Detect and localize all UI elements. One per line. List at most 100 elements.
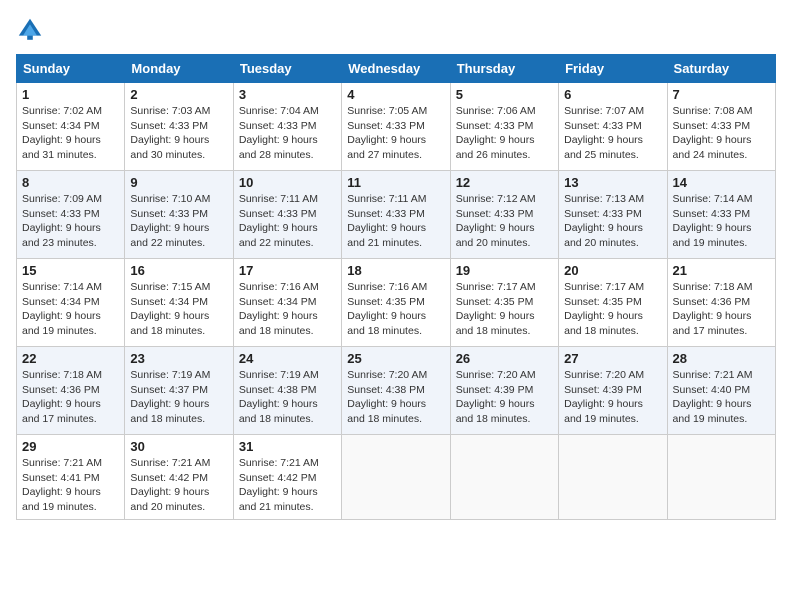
calendar-cell: 28 Sunrise: 7:21 AMSunset: 4:40 PMDaylig…: [667, 347, 775, 435]
day-number: 21: [673, 263, 770, 278]
calendar-week-4: 22 Sunrise: 7:18 AMSunset: 4:36 PMDaylig…: [17, 347, 776, 435]
calendar-cell: 6 Sunrise: 7:07 AMSunset: 4:33 PMDayligh…: [559, 83, 667, 171]
day-info: Sunrise: 7:02 AMSunset: 4:34 PMDaylight:…: [22, 105, 102, 161]
day-info: Sunrise: 7:17 AMSunset: 4:35 PMDaylight:…: [456, 281, 536, 337]
day-info: Sunrise: 7:18 AMSunset: 4:36 PMDaylight:…: [22, 369, 102, 425]
calendar-cell: 8 Sunrise: 7:09 AMSunset: 4:33 PMDayligh…: [17, 171, 125, 259]
day-number: 24: [239, 351, 336, 366]
day-number: 2: [130, 87, 227, 102]
calendar-cell: 9 Sunrise: 7:10 AMSunset: 4:33 PMDayligh…: [125, 171, 233, 259]
calendar-cell: 15 Sunrise: 7:14 AMSunset: 4:34 PMDaylig…: [17, 259, 125, 347]
calendar-cell: 2 Sunrise: 7:03 AMSunset: 4:33 PMDayligh…: [125, 83, 233, 171]
day-number: 29: [22, 439, 119, 454]
day-number: 3: [239, 87, 336, 102]
calendar-header-tuesday: Tuesday: [233, 55, 341, 83]
calendar-cell: 18 Sunrise: 7:16 AMSunset: 4:35 PMDaylig…: [342, 259, 450, 347]
calendar-cell: 10 Sunrise: 7:11 AMSunset: 4:33 PMDaylig…: [233, 171, 341, 259]
calendar-week-5: 29 Sunrise: 7:21 AMSunset: 4:41 PMDaylig…: [17, 435, 776, 520]
calendar-cell: 12 Sunrise: 7:12 AMSunset: 4:33 PMDaylig…: [450, 171, 558, 259]
calendar-header-wednesday: Wednesday: [342, 55, 450, 83]
calendar-week-3: 15 Sunrise: 7:14 AMSunset: 4:34 PMDaylig…: [17, 259, 776, 347]
day-number: 14: [673, 175, 770, 190]
day-number: 16: [130, 263, 227, 278]
day-info: Sunrise: 7:21 AMSunset: 4:42 PMDaylight:…: [130, 457, 210, 513]
day-info: Sunrise: 7:07 AMSunset: 4:33 PMDaylight:…: [564, 105, 644, 161]
day-number: 23: [130, 351, 227, 366]
day-info: Sunrise: 7:16 AMSunset: 4:35 PMDaylight:…: [347, 281, 427, 337]
calendar-cell: [450, 435, 558, 520]
page-header: [16, 16, 776, 44]
day-number: 22: [22, 351, 119, 366]
calendar-cell: 20 Sunrise: 7:17 AMSunset: 4:35 PMDaylig…: [559, 259, 667, 347]
calendar-cell: [667, 435, 775, 520]
day-info: Sunrise: 7:06 AMSunset: 4:33 PMDaylight:…: [456, 105, 536, 161]
day-number: 27: [564, 351, 661, 366]
calendar-table: SundayMondayTuesdayWednesdayThursdayFrid…: [16, 54, 776, 520]
day-info: Sunrise: 7:16 AMSunset: 4:34 PMDaylight:…: [239, 281, 319, 337]
day-info: Sunrise: 7:11 AMSunset: 4:33 PMDaylight:…: [239, 193, 318, 249]
calendar-cell: 16 Sunrise: 7:15 AMSunset: 4:34 PMDaylig…: [125, 259, 233, 347]
day-number: 31: [239, 439, 336, 454]
calendar-header-sunday: Sunday: [17, 55, 125, 83]
day-info: Sunrise: 7:15 AMSunset: 4:34 PMDaylight:…: [130, 281, 210, 337]
day-number: 10: [239, 175, 336, 190]
day-info: Sunrise: 7:13 AMSunset: 4:33 PMDaylight:…: [564, 193, 644, 249]
calendar-week-1: 1 Sunrise: 7:02 AMSunset: 4:34 PMDayligh…: [17, 83, 776, 171]
calendar-cell: 23 Sunrise: 7:19 AMSunset: 4:37 PMDaylig…: [125, 347, 233, 435]
calendar-cell: 29 Sunrise: 7:21 AMSunset: 4:41 PMDaylig…: [17, 435, 125, 520]
calendar-cell: 22 Sunrise: 7:18 AMSunset: 4:36 PMDaylig…: [17, 347, 125, 435]
calendar-cell: 3 Sunrise: 7:04 AMSunset: 4:33 PMDayligh…: [233, 83, 341, 171]
day-info: Sunrise: 7:21 AMSunset: 4:40 PMDaylight:…: [673, 369, 753, 425]
calendar-cell: 25 Sunrise: 7:20 AMSunset: 4:38 PMDaylig…: [342, 347, 450, 435]
calendar-cell: 5 Sunrise: 7:06 AMSunset: 4:33 PMDayligh…: [450, 83, 558, 171]
day-number: 4: [347, 87, 444, 102]
day-info: Sunrise: 7:20 AMSunset: 4:39 PMDaylight:…: [456, 369, 536, 425]
day-info: Sunrise: 7:21 AMSunset: 4:42 PMDaylight:…: [239, 457, 319, 513]
logo-icon: [16, 16, 44, 44]
day-number: 25: [347, 351, 444, 366]
calendar-cell: [559, 435, 667, 520]
day-number: 9: [130, 175, 227, 190]
calendar-header-friday: Friday: [559, 55, 667, 83]
day-number: 13: [564, 175, 661, 190]
day-number: 17: [239, 263, 336, 278]
day-info: Sunrise: 7:17 AMSunset: 4:35 PMDaylight:…: [564, 281, 644, 337]
day-info: Sunrise: 7:19 AMSunset: 4:38 PMDaylight:…: [239, 369, 319, 425]
day-info: Sunrise: 7:20 AMSunset: 4:38 PMDaylight:…: [347, 369, 427, 425]
day-number: 5: [456, 87, 553, 102]
day-info: Sunrise: 7:14 AMSunset: 4:34 PMDaylight:…: [22, 281, 102, 337]
day-info: Sunrise: 7:10 AMSunset: 4:33 PMDaylight:…: [130, 193, 210, 249]
day-info: Sunrise: 7:21 AMSunset: 4:41 PMDaylight:…: [22, 457, 102, 513]
calendar-header-monday: Monday: [125, 55, 233, 83]
day-info: Sunrise: 7:09 AMSunset: 4:33 PMDaylight:…: [22, 193, 102, 249]
day-number: 7: [673, 87, 770, 102]
calendar-week-2: 8 Sunrise: 7:09 AMSunset: 4:33 PMDayligh…: [17, 171, 776, 259]
day-info: Sunrise: 7:08 AMSunset: 4:33 PMDaylight:…: [673, 105, 753, 161]
day-info: Sunrise: 7:11 AMSunset: 4:33 PMDaylight:…: [347, 193, 426, 249]
calendar-cell: 24 Sunrise: 7:19 AMSunset: 4:38 PMDaylig…: [233, 347, 341, 435]
day-number: 1: [22, 87, 119, 102]
calendar-header-saturday: Saturday: [667, 55, 775, 83]
day-info: Sunrise: 7:03 AMSunset: 4:33 PMDaylight:…: [130, 105, 210, 161]
day-info: Sunrise: 7:20 AMSunset: 4:39 PMDaylight:…: [564, 369, 644, 425]
calendar-cell: 13 Sunrise: 7:13 AMSunset: 4:33 PMDaylig…: [559, 171, 667, 259]
day-number: 6: [564, 87, 661, 102]
day-info: Sunrise: 7:05 AMSunset: 4:33 PMDaylight:…: [347, 105, 427, 161]
calendar-cell: 30 Sunrise: 7:21 AMSunset: 4:42 PMDaylig…: [125, 435, 233, 520]
logo: [16, 16, 48, 44]
calendar-cell: 4 Sunrise: 7:05 AMSunset: 4:33 PMDayligh…: [342, 83, 450, 171]
day-number: 8: [22, 175, 119, 190]
day-number: 19: [456, 263, 553, 278]
day-number: 12: [456, 175, 553, 190]
day-info: Sunrise: 7:14 AMSunset: 4:33 PMDaylight:…: [673, 193, 753, 249]
calendar-cell: 31 Sunrise: 7:21 AMSunset: 4:42 PMDaylig…: [233, 435, 341, 520]
calendar-cell: 26 Sunrise: 7:20 AMSunset: 4:39 PMDaylig…: [450, 347, 558, 435]
day-number: 30: [130, 439, 227, 454]
day-info: Sunrise: 7:12 AMSunset: 4:33 PMDaylight:…: [456, 193, 536, 249]
day-number: 28: [673, 351, 770, 366]
day-number: 15: [22, 263, 119, 278]
calendar-cell: 14 Sunrise: 7:14 AMSunset: 4:33 PMDaylig…: [667, 171, 775, 259]
calendar-cell: 19 Sunrise: 7:17 AMSunset: 4:35 PMDaylig…: [450, 259, 558, 347]
day-number: 11: [347, 175, 444, 190]
calendar-cell: [342, 435, 450, 520]
